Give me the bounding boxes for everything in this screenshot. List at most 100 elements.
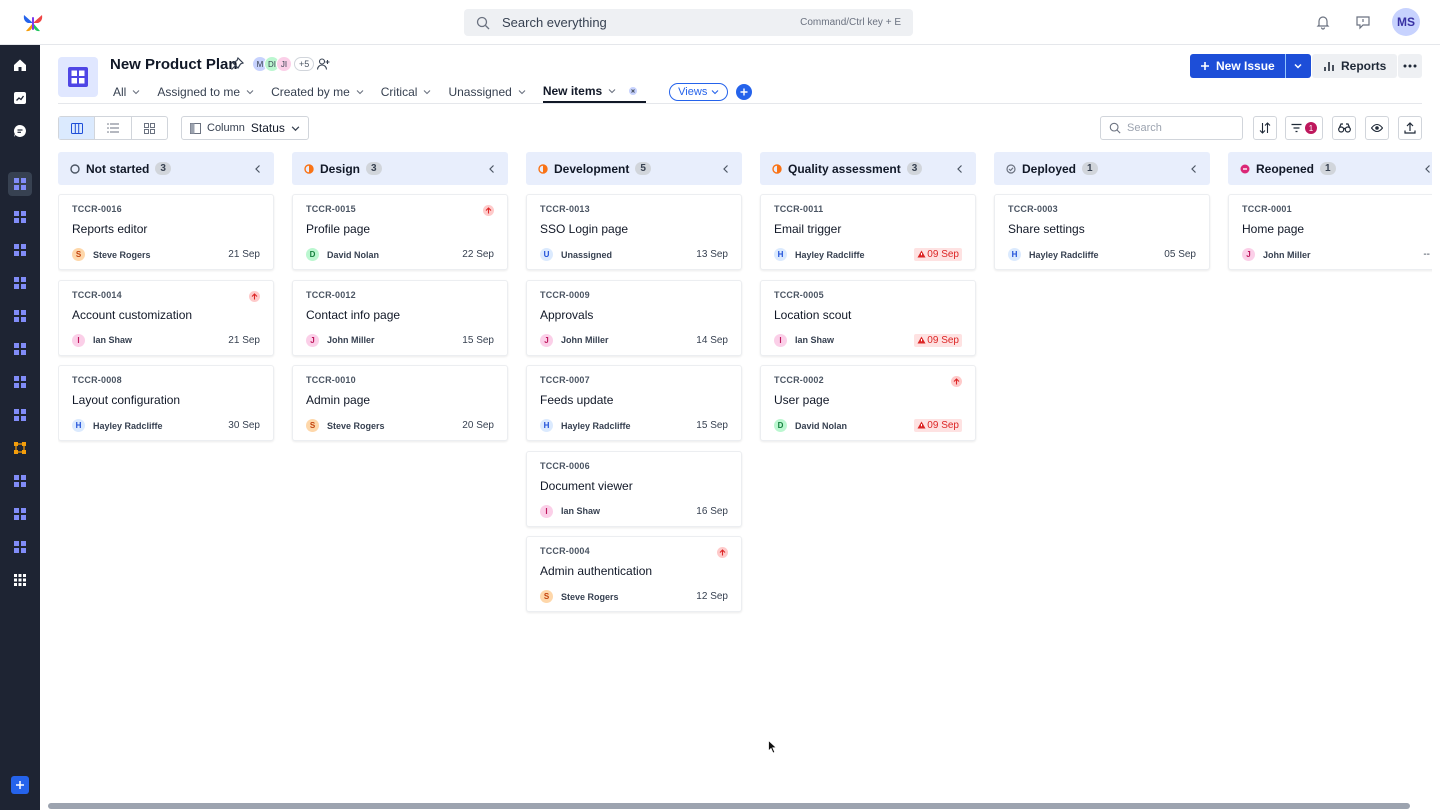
project-grid-icon[interactable] <box>8 304 32 328</box>
collapse-column-button[interactable] <box>722 164 730 174</box>
user-avatar[interactable]: MS <box>1392 8 1420 36</box>
collapse-column-button[interactable] <box>254 164 262 174</box>
issue-card[interactable]: TCCR-0016 Reports editor S Steve Rogers … <box>58 194 274 270</box>
column-header[interactable]: Deployed 1 <box>994 152 1210 185</box>
issue-card[interactable]: TCCR-0010 Admin page S Steve Rogers 20 S… <box>292 365 508 441</box>
column-header[interactable]: Quality assessment 3 <box>760 152 976 185</box>
project-grid-icon[interactable] <box>8 172 32 196</box>
project-grid-icon[interactable] <box>8 535 32 559</box>
due-date[interactable]: 05 Sep <box>1164 249 1196 260</box>
due-date[interactable]: 15 Sep <box>696 420 728 431</box>
project-grid-icon[interactable] <box>8 337 32 361</box>
assignee-avatar[interactable]: I <box>540 504 553 518</box>
column-header[interactable]: Development 5 <box>526 152 742 185</box>
tab-all[interactable]: All <box>113 81 140 103</box>
horizontal-scrollbar[interactable] <box>48 803 1410 809</box>
board-search-input[interactable]: Search <box>1100 116 1243 140</box>
home-icon[interactable] <box>8 53 32 77</box>
issue-card[interactable]: TCCR-0004 Admin authentication S Steve R… <box>526 536 742 612</box>
bell-icon[interactable] <box>1312 11 1334 33</box>
tab-unassigned[interactable]: Unassigned <box>448 81 526 103</box>
more-options-button[interactable] <box>1398 54 1422 78</box>
collapse-column-button[interactable] <box>1190 164 1198 174</box>
add-view-button[interactable] <box>736 84 753 100</box>
tab-assigned-to-me[interactable]: Assigned to me <box>157 81 254 103</box>
tab-critical[interactable]: Critical <box>381 81 432 103</box>
due-date[interactable]: 30 Sep <box>228 420 260 431</box>
views-dropdown[interactable]: Views <box>669 83 729 101</box>
group-by-select[interactable]: Column Status <box>181 116 309 140</box>
due-date[interactable]: 12 Sep <box>696 591 728 602</box>
board-view-button[interactable] <box>59 117 96 139</box>
list-view-button[interactable] <box>95 117 132 139</box>
due-date[interactable]: 22 Sep <box>462 249 494 260</box>
issue-card[interactable]: TCCR-0007 Feeds update H Hayley Radcliff… <box>526 365 742 441</box>
due-date[interactable]: 13 Sep <box>696 249 728 260</box>
tab-created-by-me[interactable]: Created by me <box>271 81 364 103</box>
column-header[interactable]: Design 3 <box>292 152 508 185</box>
app-logo-icon[interactable] <box>22 12 44 34</box>
project-grid-icon[interactable] <box>8 403 32 427</box>
due-date[interactable]: 16 Sep <box>696 506 728 517</box>
project-grid-icon[interactable] <box>8 370 32 394</box>
pin-icon[interactable] <box>230 57 244 71</box>
collapse-column-button[interactable] <box>1424 164 1432 174</box>
issue-card[interactable]: TCCR-0012 Contact info page J John Mille… <box>292 279 508 356</box>
assignee-avatar[interactable]: D <box>306 248 319 261</box>
dashboard-icon[interactable] <box>8 86 32 110</box>
tab-new-items[interactable]: New items <box>542 81 647 103</box>
apps-icon[interactable] <box>8 568 32 592</box>
reports-button[interactable]: Reports <box>1312 54 1398 78</box>
issue-card[interactable]: TCCR-0003 Share settings H Hayley Radcli… <box>994 194 1210 270</box>
global-search-input[interactable]: Search everything Command/Ctrl key + E <box>464 9 913 36</box>
due-date[interactable]: 09 Sep <box>914 333 962 347</box>
issue-card[interactable]: TCCR-0002 User page D David Nolan 09 Sep <box>760 365 976 441</box>
assignee-avatar[interactable]: H <box>72 419 85 432</box>
issue-card[interactable]: TCCR-0015 Profile page D David Nolan 22 … <box>292 194 508 270</box>
close-icon[interactable] <box>628 86 638 96</box>
new-issue-dropdown-button[interactable] <box>1284 54 1311 78</box>
issue-card[interactable]: TCCR-0006 Document viewer I Ian Shaw 16 … <box>526 450 742 527</box>
project-grid-icon[interactable] <box>8 205 32 229</box>
collapse-column-button[interactable] <box>488 164 496 174</box>
assignee-avatar[interactable]: D <box>774 419 787 432</box>
issue-card[interactable]: TCCR-0014 Account customization I Ian Sh… <box>58 279 274 356</box>
assignee-avatar[interactable]: S <box>540 590 553 603</box>
project-grid-icon[interactable] <box>8 238 32 262</box>
new-issue-button[interactable]: New Issue <box>1190 54 1285 78</box>
assignee-avatar[interactable]: I <box>72 333 85 347</box>
column-header[interactable]: Reopened 1 <box>1228 152 1432 185</box>
project-grid-icon[interactable] <box>8 271 32 295</box>
issue-card[interactable]: TCCR-0001 Home page J John Miller -- <box>1228 194 1432 270</box>
issue-card[interactable]: TCCR-0005 Location scout I Ian Shaw 09 S… <box>760 279 976 356</box>
project-members[interactable]: M DI JI +5 <box>252 56 315 72</box>
issue-card[interactable]: TCCR-0008 Layout configuration H Hayley … <box>58 365 274 441</box>
sort-button[interactable] <box>1253 116 1277 140</box>
assignee-avatar[interactable]: U <box>540 248 553 261</box>
assignee-avatar[interactable]: J <box>1242 248 1255 261</box>
add-member-icon[interactable] <box>316 57 330 71</box>
watch-button[interactable] <box>1332 116 1356 140</box>
assignee-avatar[interactable]: H <box>1008 248 1021 261</box>
due-date[interactable]: 21 Sep <box>228 249 260 260</box>
issue-card[interactable]: TCCR-0009 Approvals J John Miller 14 Sep <box>526 279 742 356</box>
due-date[interactable]: 09 Sep <box>914 248 962 261</box>
project-grid-icon[interactable] <box>8 502 32 526</box>
assignee-avatar[interactable]: J <box>540 333 553 347</box>
due-date[interactable]: 09 Sep <box>914 419 962 432</box>
issue-card[interactable]: TCCR-0011 Email trigger H Hayley Radclif… <box>760 194 976 270</box>
project-grid-icon[interactable] <box>8 469 32 493</box>
collapse-column-button[interactable] <box>956 164 964 174</box>
assignee-avatar[interactable]: S <box>72 248 85 261</box>
grid-view-button[interactable] <box>132 117 167 139</box>
due-date[interactable]: 14 Sep <box>696 335 728 346</box>
due-date[interactable]: 15 Sep <box>462 335 494 346</box>
assignee-avatar[interactable]: J <box>306 333 319 347</box>
due-date[interactable]: 20 Sep <box>462 420 494 431</box>
chat-icon[interactable] <box>8 119 32 143</box>
assignee-avatar[interactable]: I <box>774 333 787 347</box>
issue-card[interactable]: TCCR-0013 SSO Login page U Unassigned 13… <box>526 194 742 270</box>
due-date[interactable]: -- <box>1423 249 1430 260</box>
feedback-icon[interactable] <box>1352 11 1374 33</box>
assignee-avatar[interactable]: H <box>540 419 553 432</box>
